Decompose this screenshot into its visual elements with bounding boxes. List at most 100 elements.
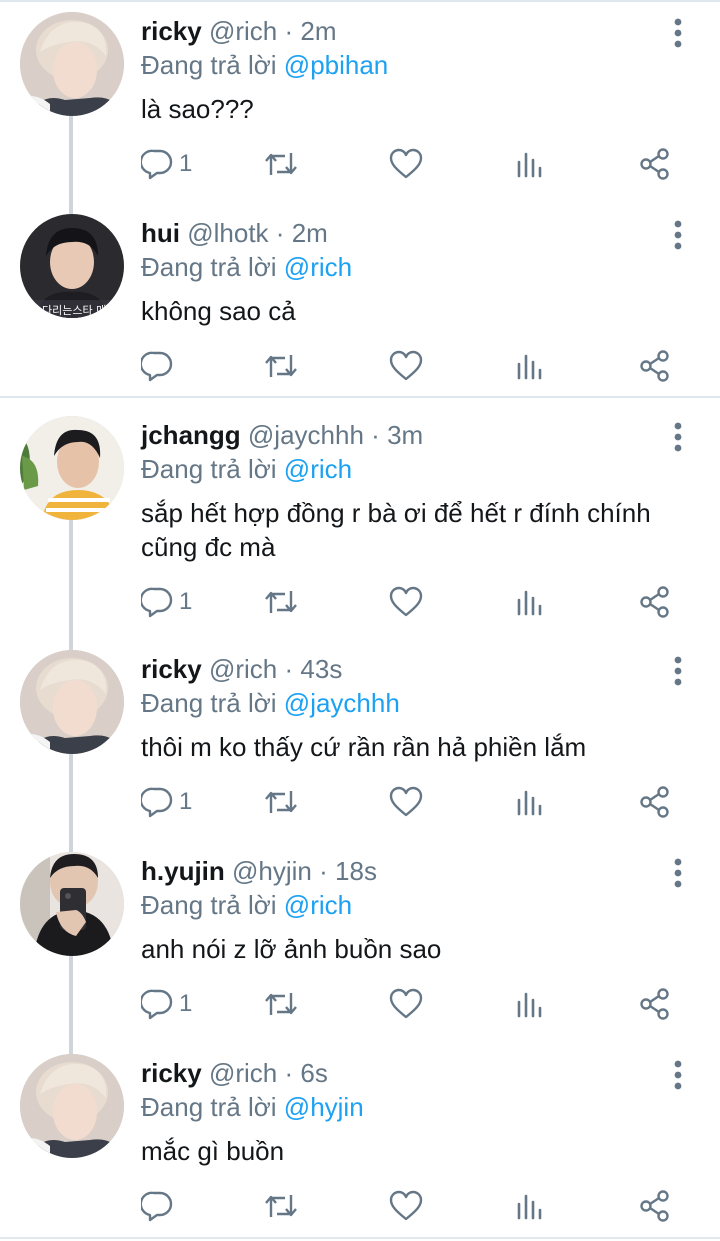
reply-button[interactable]: 1: [141, 582, 192, 622]
username[interactable]: @jaychhh: [248, 420, 364, 450]
username[interactable]: @lhotk: [187, 218, 268, 248]
share-button[interactable]: [638, 782, 672, 822]
more-options-button[interactable]: [664, 654, 692, 688]
share-icon: [640, 586, 669, 618]
reply-button[interactable]: 1: [141, 782, 192, 822]
more-options-button[interactable]: [664, 1058, 692, 1092]
display-name[interactable]: h.yujin: [141, 856, 225, 886]
reply-icon: [141, 787, 173, 818]
separator-dot: ·: [319, 856, 328, 886]
tweet-header: h.yujin @hyjin · 18s: [141, 854, 377, 888]
timestamp[interactable]: 18s: [335, 856, 377, 886]
more-options-button[interactable]: [664, 420, 692, 454]
retweet-button[interactable]: [263, 782, 299, 822]
retweet-icon: [265, 1195, 297, 1217]
share-button[interactable]: [638, 144, 672, 184]
mention-link[interactable]: @pbihan: [284, 50, 388, 80]
tweet[interactable]: 다리는스타 매 hui @lhotk · 2m Đang trả lời @ri…: [0, 202, 720, 396]
share-button[interactable]: [638, 582, 672, 622]
separator-dot: ·: [275, 218, 285, 248]
display-name[interactable]: ricky: [141, 654, 202, 684]
analytics-button[interactable]: [516, 1186, 546, 1226]
timestamp[interactable]: 2m: [292, 218, 328, 248]
mention-link[interactable]: @rich: [284, 454, 352, 484]
retweet-icon: [265, 153, 297, 175]
analytics-icon: [517, 790, 542, 816]
retweet-button[interactable]: [263, 144, 299, 184]
display-name[interactable]: hui: [141, 218, 180, 248]
like-button[interactable]: [389, 144, 423, 184]
tweet-text: anh nói z lỡ ảnh buồn sao: [141, 934, 442, 964]
reply-button[interactable]: 1: [141, 144, 192, 184]
retweet-icon: [265, 355, 297, 377]
tweet-header: jchangg @jaychhh · 3m: [141, 418, 423, 452]
avatar[interactable]: [20, 852, 124, 956]
like-button[interactable]: [389, 582, 423, 622]
like-button[interactable]: [389, 346, 423, 386]
analytics-button[interactable]: [516, 782, 546, 822]
username[interactable]: @rich: [209, 16, 277, 46]
share-icon: [640, 1190, 669, 1222]
share-button[interactable]: [638, 346, 672, 386]
avatar[interactable]: 다리는스타 매: [20, 214, 124, 318]
display-name[interactable]: ricky: [141, 16, 202, 46]
analytics-icon: [517, 590, 542, 616]
mention-link[interactable]: @rich: [284, 890, 352, 920]
timestamp[interactable]: 43s: [300, 654, 342, 684]
analytics-button[interactable]: [516, 144, 546, 184]
display-name[interactable]: jchangg: [141, 420, 241, 450]
action-bar: [0, 346, 720, 386]
like-icon: [389, 350, 423, 381]
share-button[interactable]: [638, 984, 672, 1024]
retweet-button[interactable]: [263, 984, 299, 1024]
timestamp[interactable]: 2m: [300, 16, 336, 46]
action-bar: 1: [0, 984, 720, 1024]
tweet[interactable]: h.yujin @hyjin · 18s Đang trả lời @rich …: [0, 840, 720, 1042]
retweet-button[interactable]: [263, 582, 299, 622]
avatar[interactable]: [20, 416, 124, 520]
retweet-button[interactable]: [263, 1186, 299, 1226]
timestamp[interactable]: 3m: [387, 420, 423, 450]
like-button[interactable]: [389, 782, 423, 822]
replying-to: Đang trả lời @hyjin: [141, 1090, 364, 1124]
avatar[interactable]: [20, 12, 124, 116]
like-button[interactable]: [389, 984, 423, 1024]
reply-button[interactable]: [141, 1186, 179, 1226]
timestamp[interactable]: 6s: [300, 1058, 327, 1088]
username[interactable]: @rich: [209, 654, 277, 684]
mention-link[interactable]: @hyjin: [284, 1092, 364, 1122]
avatar[interactable]: [20, 650, 124, 754]
action-bar: [0, 1186, 720, 1226]
more-options-button[interactable]: [664, 218, 692, 252]
tweet[interactable]: ricky @rich · 2m Đang trả lời @pbihan là…: [0, 0, 720, 200]
analytics-icon: [517, 992, 542, 1018]
reply-button[interactable]: [141, 346, 179, 386]
tweet-text: mắc gì buồn: [141, 1136, 285, 1166]
tweet[interactable]: ricky @rich · 43s Đang trả lời @jaychhh …: [0, 638, 720, 840]
analytics-button[interactable]: [516, 984, 546, 1024]
username[interactable]: @hyjin: [232, 856, 312, 886]
avatar[interactable]: [20, 1054, 124, 1158]
tweet-header: ricky @rich · 43s: [141, 652, 342, 686]
like-button[interactable]: [389, 1186, 423, 1226]
analytics-button[interactable]: [516, 582, 546, 622]
more-options-button[interactable]: [664, 856, 692, 890]
reply-icon: [141, 587, 173, 618]
replying-to: Đang trả lời @rich: [141, 888, 352, 922]
tweet[interactable]: jchangg @jaychhh · 3m Đang trả lời @rich…: [0, 404, 720, 638]
analytics-button[interactable]: [516, 346, 546, 386]
share-button[interactable]: [638, 1186, 672, 1226]
retweet-button[interactable]: [263, 346, 299, 386]
tweet[interactable]: ricky @rich · 6s Đang trả lời @hyjin mắc…: [0, 1042, 720, 1236]
mention-link[interactable]: @jaychhh: [284, 688, 400, 718]
username[interactable]: @rich: [209, 1058, 277, 1088]
mention-link[interactable]: @rich: [284, 252, 352, 282]
reply-button[interactable]: 1: [141, 984, 192, 1024]
display-name[interactable]: ricky: [141, 1058, 202, 1088]
separator-dot: ·: [371, 420, 380, 450]
more-icon: [674, 1060, 682, 1090]
tweet-header: ricky @rich · 2m: [141, 14, 337, 48]
reply-icon: [141, 989, 173, 1020]
reply-icon: [141, 351, 173, 382]
more-options-button[interactable]: [664, 16, 692, 50]
